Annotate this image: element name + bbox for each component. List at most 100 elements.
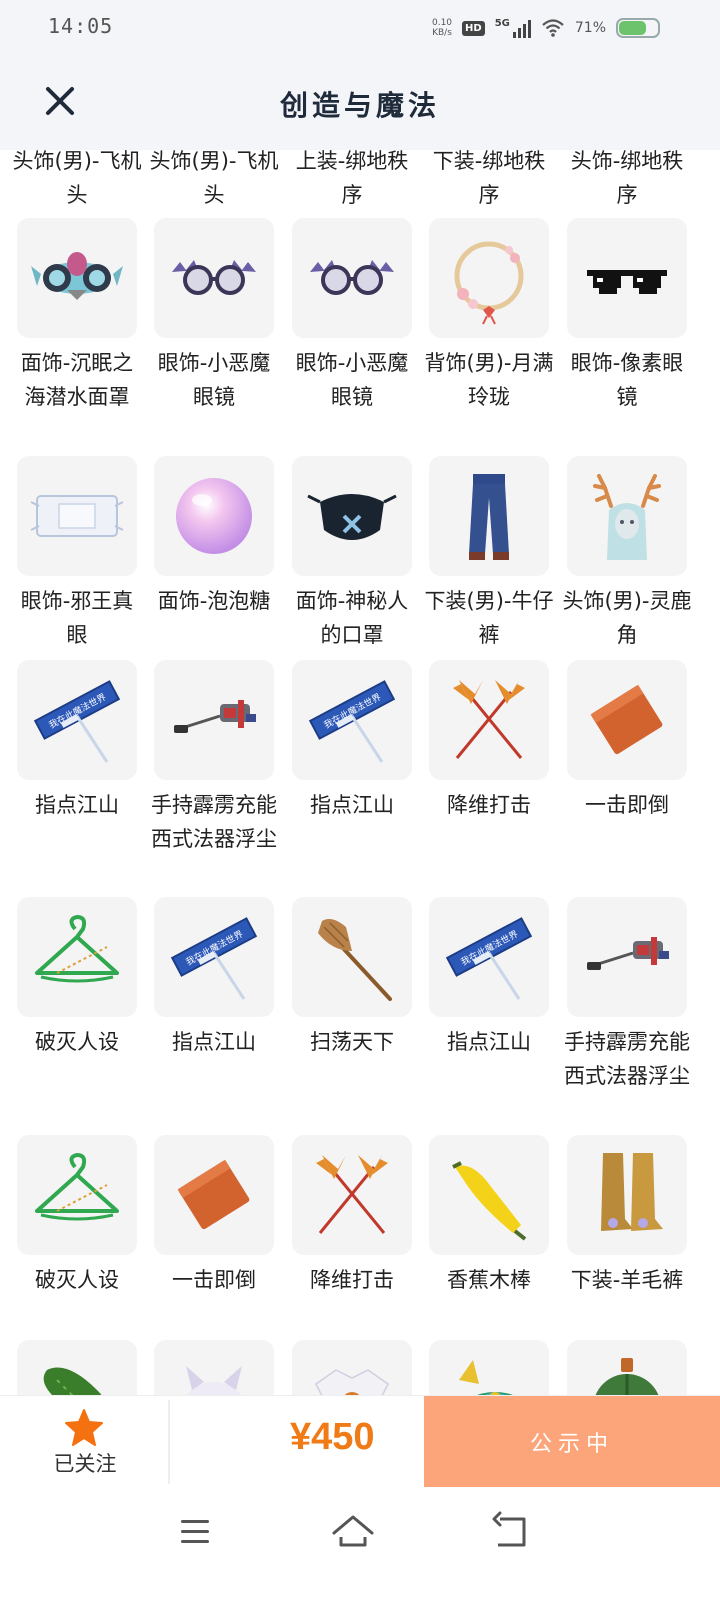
item-name: 眼饰-像素眼镜 [570, 351, 684, 409]
item-name: 头饰(男)-飞机头 [149, 150, 279, 207]
item-card[interactable]: 降维打击 [420, 660, 558, 822]
broom-icon [292, 897, 412, 1017]
item-name: 面饰-沉眠之海潜水面罩 [20, 351, 134, 409]
item-card[interactable]: 降维打击 [283, 1135, 421, 1297]
item-card[interactable]: 眼饰-邪王真眼 [8, 456, 146, 652]
sign-pointer-icon: 我在此魔法世界 [17, 660, 137, 780]
item-card[interactable]: 面饰-泡泡糖 [145, 456, 283, 618]
item-card[interactable]: 手持霹雳充能西式法器浮尘 [558, 897, 696, 1093]
menu-icon[interactable] [170, 1507, 220, 1557]
item-name: 破灭人设 [35, 1268, 119, 1292]
status-time: 14:05 [48, 14, 114, 38]
item-name: 降维打击 [310, 1268, 394, 1292]
item-card[interactable]: 一击即倒 [558, 660, 696, 822]
item-name: 一击即倒 [585, 793, 669, 817]
status-bar: 14:05 0.10 KB/s HD 5G 71% [0, 0, 720, 56]
sign-pointer-icon: 我在此魔法世界 [429, 897, 549, 1017]
item-card[interactable]: 我在此魔法世界指点江山 [283, 660, 421, 822]
item-card[interactable]: 头饰(男)-灵鹿角 [558, 456, 696, 652]
item-card[interactable]: 下装(男)-牛仔裤 [420, 456, 558, 652]
item-card[interactable]: 面饰-沉眠之海潜水面罩 [8, 218, 146, 414]
item-card[interactable]: 头饰(男)-飞机头 [145, 150, 283, 212]
item-card[interactable]: 我在此魔法世界指点江山 [8, 660, 146, 822]
status-button[interactable]: 公示中 [424, 1396, 720, 1488]
item-card[interactable]: 眼饰-像素眼镜 [558, 218, 696, 414]
battery-icon [616, 18, 660, 38]
item-card[interactable]: 下装-羊毛裤 [558, 1135, 696, 1297]
action-bar: 已关注 ¥450 公示中 [0, 1395, 720, 1488]
item-card[interactable] [558, 1340, 696, 1395]
item-card[interactable]: 破灭人设 [8, 1135, 146, 1297]
item-name: 手持霹雳充能西式法器浮尘 [151, 793, 277, 851]
item-card[interactable]: 面饰-神秘人的口罩 [283, 456, 421, 652]
devil-glasses-icon [292, 218, 412, 338]
item-name: 一击即倒 [172, 1268, 256, 1292]
page-header: 创造与魔法 [0, 56, 720, 150]
devil-glasses-icon [154, 218, 274, 338]
feather-hat-icon [429, 1340, 549, 1395]
back-icon[interactable] [486, 1507, 536, 1557]
follow-button[interactable]: 已关注 [0, 1396, 170, 1488]
item-card[interactable]: 眼饰-小恶魔眼镜 [145, 218, 283, 414]
bubble-gum-icon [154, 456, 274, 576]
item-list[interactable]: 头饰(男)-飞机头 头饰(男)-飞机头 上装-绑地秩序 下装-绑地秩序 头饰-绑地秩序面… [0, 150, 720, 1395]
item-name: 面饰-泡泡糖 [157, 589, 271, 613]
item-card[interactable]: 上装-绑地秩序 [283, 150, 421, 212]
item-name: 背饰(男)-月满玲珑 [424, 351, 554, 409]
item-name: 手持霹雳充能西式法器浮尘 [564, 1030, 690, 1088]
item-name: 眼饰-小恶魔眼镜 [157, 351, 271, 409]
brick-icon [567, 660, 687, 780]
item-card[interactable]: 手持霹雳充能西式法器浮尘 [145, 660, 283, 856]
item-card[interactable]: 我在此魔法世界 指点江山 [145, 897, 283, 1059]
brick-icon [154, 1135, 274, 1255]
item-name: 眼饰-小恶魔眼镜 [295, 351, 409, 409]
price: ¥450 [290, 1416, 375, 1458]
boots-icon [567, 1135, 687, 1255]
item-name: 眼饰-邪王真眼 [20, 589, 134, 647]
item-name: 头饰(男)-飞机头 [12, 150, 142, 207]
item-card[interactable]: 下装-绑地秩序 [420, 150, 558, 212]
item-name: 下装(男)-牛仔裤 [424, 589, 554, 647]
item-card[interactable]: 香蕉木棒 [420, 1135, 558, 1297]
item-card[interactable] [145, 1340, 283, 1395]
hanger-icon [17, 1135, 137, 1255]
item-name: 扫荡天下 [310, 1030, 394, 1054]
item-name: 指点江山 [310, 793, 394, 817]
status-icons: 0.10 KB/s HD 5G 71% [432, 14, 660, 42]
item-card[interactable]: 扫荡天下 [283, 897, 421, 1059]
item-card[interactable] [283, 1340, 421, 1395]
item-name: 下装-羊毛裤 [570, 1268, 684, 1292]
divider [168, 1400, 170, 1484]
item-card[interactable] [420, 1340, 558, 1395]
item-card[interactable]: 我在此魔法世界指点江山 [420, 897, 558, 1059]
item-card[interactable]: 眼饰-小恶魔眼镜 [283, 218, 421, 414]
hanger-icon [17, 897, 137, 1017]
face-mask-icon [292, 456, 412, 576]
sign-pointer-icon: 我在此魔法世界 [292, 660, 412, 780]
deer-antler-icon [567, 456, 687, 576]
signal-icon: 5G [495, 18, 531, 38]
jacket-icon [292, 1340, 412, 1395]
item-name: 头饰-绑地秩序 [570, 150, 684, 207]
vacuum-cleaner-icon [154, 660, 274, 780]
hd-icon: HD [462, 20, 485, 36]
green-orb-icon [567, 1340, 687, 1395]
item-card[interactable]: 头饰(男)-飞机头 [8, 150, 146, 212]
item-name: 指点江山 [172, 1030, 256, 1054]
item-name: 指点江山 [447, 1030, 531, 1054]
item-card[interactable]: 背饰(男)-月满玲珑 [420, 218, 558, 414]
diving-mask-icon [17, 218, 137, 338]
banana-icon [429, 1135, 549, 1255]
jeans-icon [429, 456, 549, 576]
item-card[interactable]: 头饰-绑地秩序 [558, 150, 696, 212]
item-card[interactable] [8, 1340, 146, 1395]
item-name: 上装-绑地秩序 [295, 150, 409, 207]
home-icon[interactable] [328, 1507, 378, 1557]
item-card[interactable]: 一击即倒 [145, 1135, 283, 1297]
item-card[interactable]: 破灭人设 [8, 897, 146, 1059]
item-grid: 头饰(男)-飞机头 头饰(男)-飞机头 上装-绑地秩序 下装-绑地秩序 头饰-绑地秩序面… [0, 150, 720, 1395]
item-name: 头饰(男)-灵鹿角 [562, 589, 692, 647]
floral-ring-icon [429, 218, 549, 338]
item-name: 指点江山 [35, 793, 119, 817]
eye-bandage-icon [17, 456, 137, 576]
